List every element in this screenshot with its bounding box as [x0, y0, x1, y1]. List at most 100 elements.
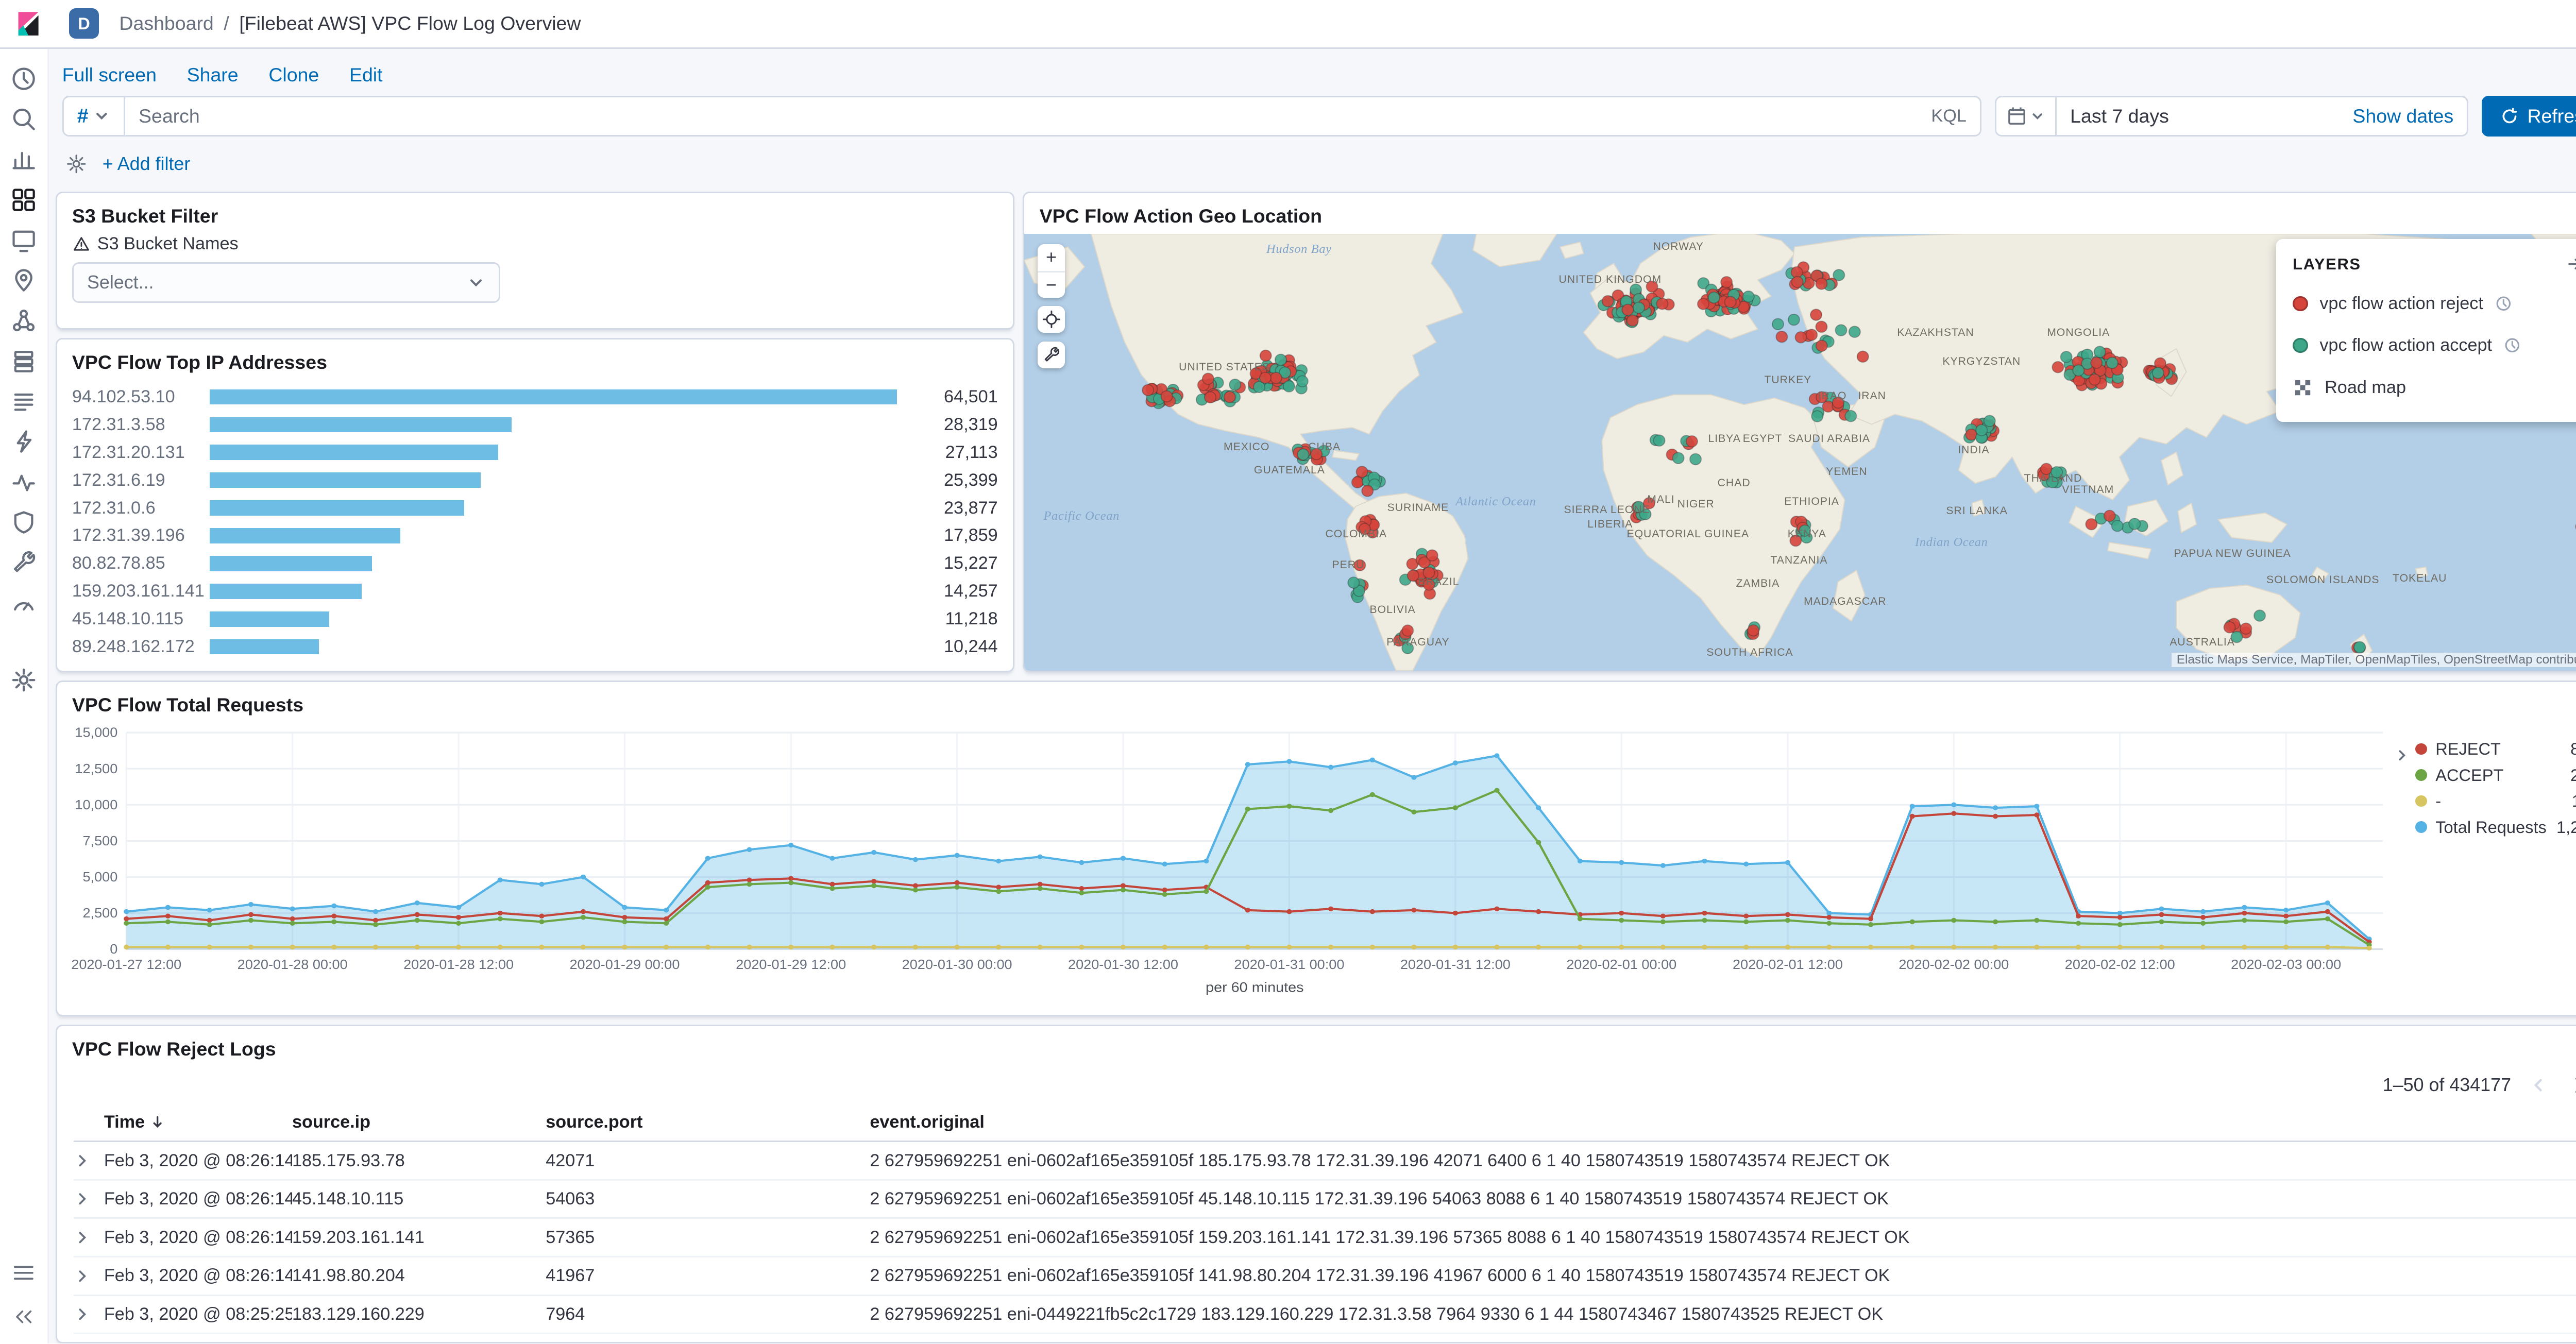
- geo-map[interactable]: + − LAYERS vpc flow action reject vpc fl…: [1024, 234, 2576, 671]
- time-range-label[interactable]: Last 7 days: [2057, 105, 2182, 127]
- ip-bar-track: [210, 500, 897, 516]
- total-requests-chart[interactable]: 0 2,500 5,000 7,500 10,000 12,500 15,000 2020-0…: [67, 723, 2394, 1012]
- map-tools-button[interactable]: [1038, 341, 1065, 368]
- ip-value: 64,501: [944, 386, 998, 406]
- s3-bucket-select[interactable]: Select...: [72, 262, 501, 303]
- column-header-Time[interactable]: Time: [104, 1103, 292, 1143]
- breadcrumb-dashboard[interactable]: Dashboard: [119, 12, 213, 35]
- expand-row-button[interactable]: [74, 1152, 91, 1169]
- ip-bar-row[interactable]: 172.31.20.131 27,113: [72, 440, 998, 464]
- ip-label: 80.82.78.85: [72, 553, 165, 573]
- panel-top-ip-addresses: VPC Flow Top IP Addresses 94.102.53.10 64…: [55, 337, 1015, 672]
- layer-item-vpc-flow-action-reject[interactable]: vpc flow action reject: [2293, 283, 2576, 325]
- collapse-layers-icon[interactable]: [2563, 251, 2576, 278]
- svg-text:2020-01-29 12:00: 2020-01-29 12:00: [736, 957, 846, 972]
- column-header-event-original[interactable]: event.original: [870, 1103, 2576, 1143]
- nav-discover-icon[interactable]: [7, 103, 40, 136]
- column-header-source-port[interactable]: source.port: [546, 1103, 870, 1143]
- filter-options-gear-icon[interactable]: [62, 150, 91, 178]
- next-page-button[interactable]: [2565, 1070, 2576, 1101]
- filter-row: + Add filter: [49, 137, 2576, 182]
- expand-row-button[interactable]: [74, 1306, 91, 1323]
- menu-full-screen[interactable]: Full screen: [62, 64, 157, 86]
- ip-bar-row[interactable]: 80.82.78.85 15,227: [72, 552, 998, 575]
- legend-value: 110: [2572, 791, 2576, 811]
- nav-dev-tools-icon[interactable]: [7, 546, 40, 579]
- nav-logs-icon[interactable]: [7, 384, 40, 418]
- search-input[interactable]: [125, 105, 1918, 128]
- nav-apm-icon[interactable]: [7, 425, 40, 458]
- menu-icon[interactable]: [7, 1256, 40, 1290]
- fit-data-button[interactable]: [1038, 306, 1065, 333]
- breadcrumb: Dashboard / [Filebeat AWS] VPC Flow Log …: [119, 12, 581, 35]
- refresh-button[interactable]: Refresh: [2482, 96, 2576, 137]
- menu-edit[interactable]: Edit: [349, 64, 383, 86]
- kql-label[interactable]: KQL: [1918, 106, 1980, 126]
- space-avatar[interactable]: D: [69, 8, 99, 39]
- expand-row-button[interactable]: [74, 1268, 91, 1285]
- nav-stack-monitoring-icon[interactable]: [7, 586, 40, 619]
- expand-row-button[interactable]: [74, 1229, 91, 1246]
- zoom-out-button[interactable]: −: [1038, 270, 1065, 298]
- menu-clone[interactable]: Clone: [268, 64, 319, 86]
- nav-management-icon[interactable]: [7, 663, 40, 696]
- chevron-right-icon: [79, 1308, 87, 1320]
- nav-canvas-icon[interactable]: [7, 223, 40, 257]
- ip-bar: [210, 584, 362, 599]
- ip-bar-row[interactable]: 45.148.10.115 11,218: [72, 607, 998, 631]
- nav-machine-learning-icon[interactable]: [7, 304, 40, 337]
- nav-dashboard-icon[interactable]: [7, 183, 40, 216]
- ip-bar-row[interactable]: 172.31.6.19 25,399: [72, 468, 998, 492]
- prev-page-button[interactable]: [2524, 1072, 2551, 1099]
- zoom-in-button[interactable]: +: [1038, 244, 1065, 271]
- legend-item-accept[interactable]: ACCEPT 253: [2415, 762, 2576, 788]
- nav-metrics-icon[interactable]: [7, 344, 40, 378]
- show-dates-button[interactable]: Show dates: [2352, 105, 2467, 127]
- ip-value: 23,877: [944, 498, 998, 518]
- ip-bar: [210, 417, 512, 432]
- nav-uptime-icon[interactable]: [7, 465, 40, 499]
- layer-item-road-map[interactable]: Road map: [2293, 367, 2576, 409]
- calendar-icon-button[interactable]: [1996, 97, 2057, 135]
- ip-bar-row[interactable]: 172.31.3.58 28,319: [72, 413, 998, 436]
- layer-item-vpc-flow-action-accept[interactable]: vpc flow action accept: [2293, 325, 2576, 367]
- nav-recently-viewed-icon[interactable]: [7, 62, 40, 96]
- ip-label: 172.31.3.58: [72, 414, 165, 434]
- nav-visualize-icon[interactable]: [7, 143, 40, 176]
- panel-reject-logs: VPC Flow Reject Logs 1–50 of 434177 Time…: [55, 1025, 2576, 1343]
- cell-source-ip: 194.26.29.130: [292, 1333, 546, 1342]
- ip-bar-row[interactable]: 172.31.39.196 17,859: [72, 524, 998, 548]
- saved-query-button[interactable]: #: [64, 97, 125, 135]
- column-header-source-ip[interactable]: source.ip: [292, 1103, 546, 1143]
- side-nav-items: [7, 62, 40, 697]
- legend-label: REJECT: [2435, 739, 2501, 759]
- add-filter-button[interactable]: + Add filter: [103, 154, 190, 175]
- table-row: Feb 3, 2020 @ 08:26:14.000141.98.80.2044…: [74, 1256, 2576, 1296]
- ip-bar-row[interactable]: 94.102.53.10 64,501: [72, 385, 998, 409]
- ip-bar: [210, 445, 499, 460]
- legend-item--[interactable]: - 110: [2415, 788, 2576, 814]
- cell-source-ip: 45.148.10.115: [292, 1180, 546, 1219]
- legend-collapse-button[interactable]: [2394, 736, 2411, 1012]
- map-attribution: Elastic Maps Service, MapTiler, OpenMapT…: [2171, 653, 2576, 668]
- layer-label: vpc flow action accept: [2319, 335, 2493, 355]
- menu-share[interactable]: Share: [187, 64, 239, 86]
- ip-bar-row[interactable]: 159.203.161.141 14,257: [72, 580, 998, 603]
- legend-item-total-requests[interactable]: Total Requests 1,226: [2415, 814, 2576, 840]
- ip-value: 28,319: [944, 414, 998, 434]
- nav-siem-icon[interactable]: [7, 505, 40, 539]
- kibana-logo[interactable]: [12, 7, 45, 40]
- refresh-icon: [2502, 108, 2517, 123]
- expand-row-button[interactable]: [74, 1190, 91, 1207]
- ip-bar-track: [210, 556, 897, 571]
- legend-item-reject[interactable]: REJECT 863: [2415, 736, 2576, 762]
- layer-time-icon: [2495, 295, 2512, 312]
- svg-text:0: 0: [110, 942, 117, 957]
- ip-bar-row[interactable]: 89.248.162.172 10,244: [72, 635, 998, 659]
- layer-label: Road map: [2325, 377, 2406, 397]
- nav-maps-icon[interactable]: [7, 264, 40, 297]
- ip-bar-row[interactable]: 172.31.0.6 23,877: [72, 496, 998, 520]
- collapse-nav-icon[interactable]: [7, 1300, 40, 1333]
- cell-source-port: 7964: [546, 1295, 870, 1335]
- ip-bar: [210, 611, 330, 627]
